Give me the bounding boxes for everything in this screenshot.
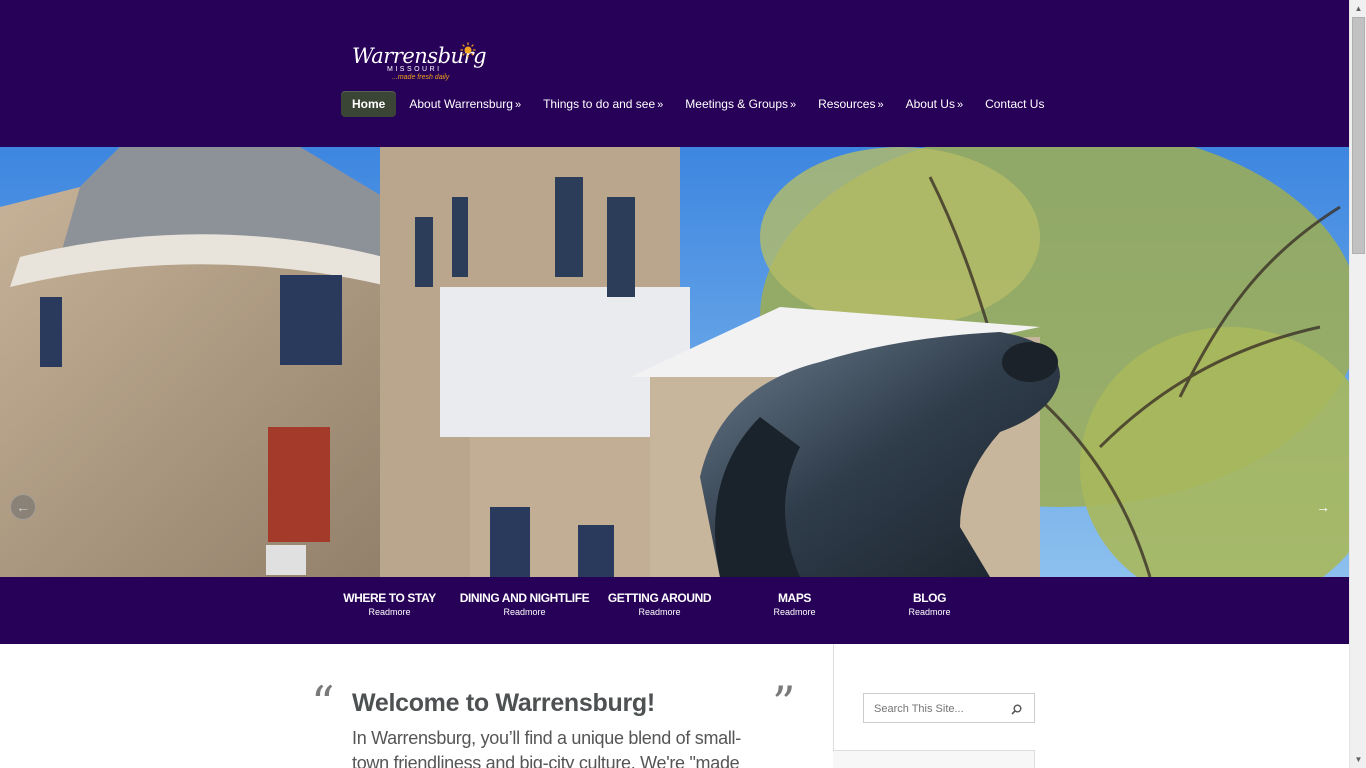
feature-where-to-stay[interactable]: WHERE TO STAY Readmore bbox=[322, 590, 457, 618]
nav-item-label: About Us bbox=[905, 97, 955, 111]
scroll-up-button[interactable]: ▲ bbox=[1350, 0, 1366, 17]
search-input[interactable] bbox=[874, 700, 1004, 718]
nav-item-label: Contact Us bbox=[985, 97, 1045, 111]
feature-readmore-link[interactable]: Readmore bbox=[862, 606, 997, 618]
feature-title: GETTING AROUND bbox=[607, 591, 712, 605]
quote-open-icon: “ bbox=[311, 676, 335, 730]
arrow-right-icon: → bbox=[1316, 499, 1330, 515]
feature-readmore-link[interactable]: Readmore bbox=[727, 606, 862, 618]
features-bar: WHERE TO STAY Readmore DINING AND NIGHTL… bbox=[0, 577, 1349, 644]
nav-item-label: Resources bbox=[818, 97, 876, 111]
nav-item-label: Home bbox=[352, 97, 386, 111]
nav-item-about-warrensburg[interactable]: About Warrensburg» bbox=[409, 91, 521, 117]
quote-close-icon: ” bbox=[772, 676, 796, 730]
hero-image bbox=[0, 147, 1349, 577]
nav-item-resources[interactable]: Resources» bbox=[818, 91, 883, 117]
nav-item-contact-us[interactable]: Contact Us bbox=[985, 91, 1044, 117]
nav-item-home[interactable]: Home bbox=[341, 91, 397, 117]
feature-maps[interactable]: MAPS Readmore bbox=[727, 590, 862, 618]
feature-readmore-link[interactable]: Readmore bbox=[457, 606, 592, 618]
nav-item-things-to-do[interactable]: Things to do and see» bbox=[543, 91, 663, 117]
triangle-up-icon: ▲ bbox=[1354, 4, 1363, 13]
site-header: Warrensburg MISSOURI ...made fresh daily… bbox=[0, 0, 1349, 147]
main-content: “ Welcome to Warrensburg! In Warrensburg… bbox=[0, 644, 1349, 768]
feature-blog[interactable]: BLOG Readmore bbox=[862, 590, 997, 618]
chevron-right-icon: » bbox=[956, 99, 964, 111]
feature-title: DINING AND NIGHTLIFE bbox=[459, 591, 590, 605]
site-logo[interactable]: Warrensburg MISSOURI ...made fresh daily bbox=[350, 40, 487, 86]
slider-next-button[interactable]: → bbox=[1310, 494, 1336, 520]
feature-title: BLOG bbox=[912, 591, 947, 605]
feature-title: MAPS bbox=[777, 591, 812, 605]
logo-tagline: ...made fresh daily bbox=[392, 74, 450, 81]
search-button[interactable] bbox=[1006, 699, 1026, 719]
hero-slider: ← → bbox=[0, 147, 1349, 577]
triangle-down-icon: ▼ bbox=[1354, 755, 1363, 764]
slider-prev-button[interactable]: ← bbox=[10, 494, 36, 520]
nav-item-meetings-groups[interactable]: Meetings & Groups» bbox=[685, 91, 796, 117]
feature-getting-around[interactable]: GETTING AROUND Readmore bbox=[592, 590, 727, 618]
search-icon bbox=[1010, 704, 1021, 715]
sun-icon bbox=[460, 42, 476, 58]
welcome-text: In Warrensburg, you’ll find a unique ble… bbox=[352, 728, 741, 768]
logo-state: MISSOURI bbox=[387, 66, 442, 73]
chevron-right-icon: » bbox=[514, 99, 522, 111]
feature-readmore-link[interactable]: Readmore bbox=[322, 606, 457, 618]
scrollbar-thumb[interactable] bbox=[1352, 17, 1365, 254]
arrow-left-icon: ← bbox=[16, 499, 30, 515]
sidebar-widget bbox=[833, 750, 1035, 768]
feature-readmore-link[interactable]: Readmore bbox=[592, 606, 727, 618]
search-form bbox=[863, 693, 1035, 723]
nav-item-about-us[interactable]: About Us» bbox=[906, 91, 963, 117]
nav-item-label: Things to do and see bbox=[543, 97, 656, 111]
nav-item-label: Meetings & Groups bbox=[685, 97, 788, 111]
nav-item-label: About Warrensburg bbox=[409, 97, 513, 111]
chevron-right-icon: » bbox=[657, 99, 664, 111]
feature-dining-nightlife[interactable]: DINING AND NIGHTLIFE Readmore bbox=[457, 590, 592, 618]
main-nav: Home About Warrensburg» Things to do and… bbox=[341, 91, 1066, 117]
page: Warrensburg MISSOURI ...made fresh daily… bbox=[0, 0, 1366, 768]
chevron-right-icon: » bbox=[877, 99, 884, 111]
page-title: Welcome to Warrensburg! bbox=[352, 689, 655, 717]
vertical-scrollbar[interactable]: ▲ ▼ bbox=[1349, 0, 1366, 768]
scroll-down-button[interactable]: ▼ bbox=[1350, 751, 1366, 768]
chevron-right-icon: » bbox=[790, 99, 797, 111]
feature-title: WHERE TO STAY bbox=[343, 591, 436, 605]
